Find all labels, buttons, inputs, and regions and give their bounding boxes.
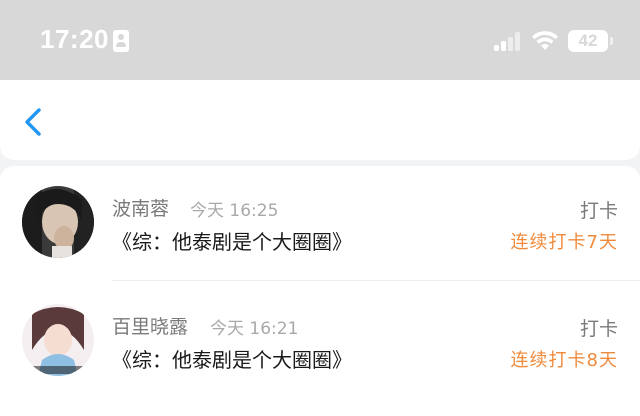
timestamp: 今天 16:25 xyxy=(190,201,279,221)
avatar[interactable] xyxy=(22,304,94,376)
user-name: 百里晓露 xyxy=(112,316,189,338)
status-time: 17:20 xyxy=(40,24,109,54)
wifi-icon xyxy=(532,31,558,50)
nav-bar xyxy=(0,80,640,160)
avatar[interactable] xyxy=(22,186,94,258)
id-card-icon xyxy=(113,30,129,52)
activity-type: 打卡 xyxy=(579,200,618,222)
back-button[interactable] xyxy=(18,106,50,138)
activity-type: 打卡 xyxy=(579,318,618,340)
book-title[interactable]: 《综：他泰剧是个大圈圈》 xyxy=(112,226,352,255)
status-bar: 17:20 42 xyxy=(0,0,640,80)
streak-label: 连续打卡8天 xyxy=(510,350,618,371)
divider xyxy=(112,280,640,281)
timestamp: 今天 16:21 xyxy=(210,319,299,339)
streak-label: 连续打卡7天 xyxy=(510,232,618,253)
list-item[interactable]: 波南蓉 今天 16:25 《综：他泰剧是个大圈圈》 打卡 连续打卡7天 xyxy=(0,166,640,284)
book-title[interactable]: 《综：他泰剧是个大圈圈》 xyxy=(112,344,352,373)
list-item[interactable]: 百里晓露 今天 16:21 《综：他泰剧是个大圈圈》 打卡 连续打卡8天 xyxy=(0,284,640,402)
checkin-list: 波南蓉 今天 16:25 《综：他泰剧是个大圈圈》 打卡 连续打卡7天 百里晓露… xyxy=(0,166,640,416)
battery-icon: 42 xyxy=(568,30,613,52)
user-name: 波南蓉 xyxy=(112,198,170,220)
cellular-signal-icon xyxy=(494,31,522,51)
chevron-left-icon xyxy=(25,108,41,136)
